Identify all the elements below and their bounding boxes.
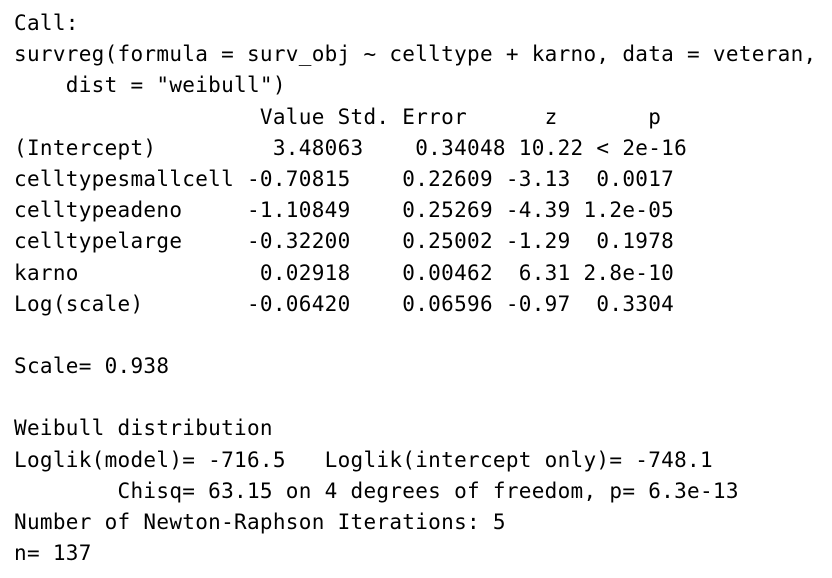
coef-row-celltypeadeno: celltypeadeno -1.10849 0.25269 -4.39 1.2… [14,198,675,223]
coef-row-celltypelarge: celltypelarge -0.32200 0.25002 -1.29 0.1… [14,229,675,254]
chisq-line: Chisq= 63.15 on 4 degrees of freedom, p=… [14,478,739,503]
r-console-output: Call: survreg(formula = surv_obj ~ cellt… [0,0,832,578]
loglik-line: Loglik(model)= -716.5 Loglik(intercept o… [14,447,713,472]
coef-row-log-scale: Log(scale) -0.06420 0.06596 -0.97 0.3304 [14,291,675,316]
coef-table-header: Value Std. Error z p [14,104,662,129]
call-dist-line: dist = "weibull") [14,73,286,98]
coef-row-karno: karno 0.02918 0.00462 6.31 2.8e-10 [14,260,675,285]
coef-row-intercept: (Intercept) 3.48063 0.34048 10.22 < 2e-1… [14,135,688,160]
scale-line: Scale= 0.938 [14,354,170,379]
coef-row-celltypesmallcell: celltypesmallcell -0.70815 0.22609 -3.13… [14,166,675,191]
call-header: Call: [14,11,79,35]
distribution-line: Weibull distribution [14,416,273,441]
call-formula-line: survreg(formula = surv_obj ~ celltype + … [14,42,817,67]
n-line: n= 137 [14,541,92,566]
iterations-line: Number of Newton-Raphson Iterations: 5 [14,510,506,534]
